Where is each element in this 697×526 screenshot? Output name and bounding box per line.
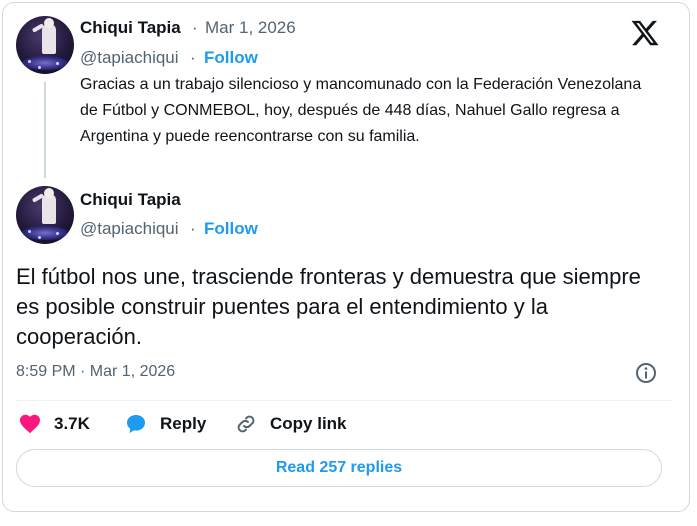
follow-button[interactable]: Follow [204,48,258,68]
tweet-actions-bar: 3.7K Reply Copy link [0,408,690,440]
main-tweet-text: El fútbol nos une, trasciende fronteras … [16,264,641,349]
reply-label: Reply [160,414,207,433]
reply-bubble-icon [127,415,145,433]
author-handle[interactable]: @tapiachiqui [80,219,179,239]
x-logo-icon[interactable] [630,18,660,48]
author-name[interactable]: Chiqui Tapia [80,18,181,38]
handle-separator: · [190,48,196,67]
copy-link-label: Copy link [270,414,347,433]
like-count: 3.7K [54,414,90,433]
name-date-separator: · [192,18,198,37]
heart-icon [20,414,40,434]
read-replies-label: Read 257 replies [275,459,403,476]
author-handle[interactable]: @tapiachiqui [80,48,179,68]
handle-separator: · [190,219,196,238]
thread-connector-line [44,82,46,178]
read-replies-button[interactable]: Read 257 replies [16,449,662,487]
author-avatar[interactable] [16,16,74,74]
link-icon [237,415,255,433]
author-avatar[interactable] [16,186,74,244]
tweet-timestamp[interactable]: 8:59 PM · Mar 1, 2026 [16,363,175,381]
reply-button[interactable]: Reply [124,408,206,440]
info-icon[interactable] [634,361,658,385]
author-name[interactable]: Chiqui Tapia [80,190,181,210]
tweet-date[interactable]: Mar 1, 2026 [205,18,296,38]
copy-link-button[interactable]: Copy link [234,408,347,440]
parent-tweet-text: Gracias a un trabajo silencioso y mancom… [80,76,642,145]
divider [16,400,672,401]
follow-button[interactable]: Follow [204,219,258,239]
like-button[interactable]: 3.7K [18,408,90,440]
